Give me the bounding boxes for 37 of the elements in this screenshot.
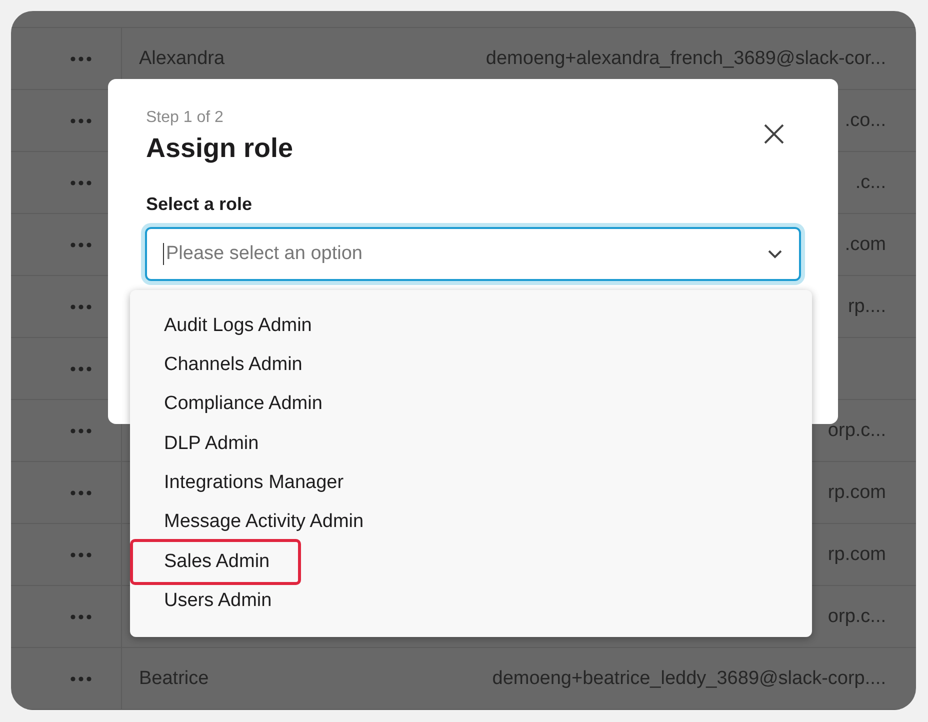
name-cell: Alexandra xyxy=(139,48,225,68)
close-icon[interactable] xyxy=(763,123,785,145)
email-cell: orp.c... xyxy=(828,420,886,440)
role-option[interactable]: Users Admin xyxy=(164,582,272,622)
more-icon[interactable] xyxy=(70,428,92,434)
role-option[interactable]: DLP Admin xyxy=(164,424,259,464)
chevron-down-icon xyxy=(767,249,783,259)
more-icon[interactable] xyxy=(70,242,92,248)
role-option[interactable]: Sales Admin xyxy=(133,542,298,582)
email-cell: rp.com xyxy=(828,544,886,564)
field-label: Select a role xyxy=(146,194,254,215)
more-icon[interactable] xyxy=(70,118,92,124)
email-cell: demoeng+beatrice_leddy_3689@slack-corp.... xyxy=(492,668,886,688)
email-cell: demoeng+alexandra_french_3689@slack-cor... xyxy=(486,48,886,68)
more-icon[interactable] xyxy=(70,552,92,558)
role-option[interactable]: Compliance Admin xyxy=(164,384,322,424)
more-icon[interactable] xyxy=(70,676,92,682)
more-icon[interactable] xyxy=(70,366,92,372)
dialog-title: Assign role xyxy=(146,133,294,164)
email-cell: rp.com xyxy=(828,482,886,502)
more-icon[interactable] xyxy=(70,56,92,62)
email-cell: orp.c... xyxy=(828,606,886,626)
more-icon[interactable] xyxy=(70,490,92,496)
role-option[interactable]: Message Activity Admin xyxy=(164,502,364,542)
more-icon[interactable] xyxy=(70,304,92,310)
select-placeholder: Please select an option xyxy=(165,243,364,265)
email-cell: rp.... xyxy=(848,296,886,316)
more-icon[interactable] xyxy=(70,614,92,620)
role-option[interactable]: Integrations Manager xyxy=(164,463,344,502)
step-indicator: Step 1 of 2 xyxy=(146,109,224,127)
role-option[interactable]: Audit Logs Admin xyxy=(164,306,312,346)
more-icon[interactable] xyxy=(70,180,92,186)
email-cell: .com xyxy=(844,234,886,254)
email-cell: .co... xyxy=(844,110,886,130)
email-cell: .c... xyxy=(855,172,886,192)
role-option[interactable]: Channels Admin xyxy=(164,345,302,385)
name-cell: Beatrice xyxy=(139,668,209,688)
